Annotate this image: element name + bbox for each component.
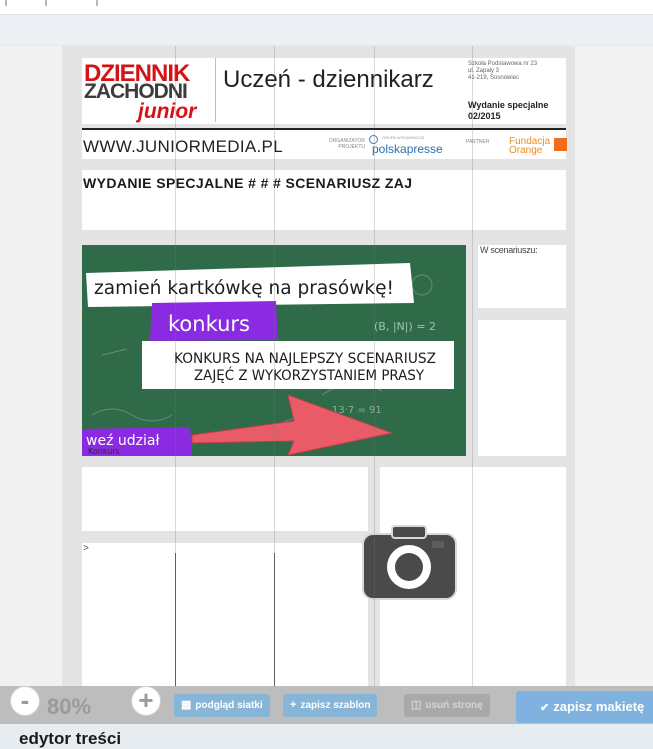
edition-name: Wydanie specjalne bbox=[468, 100, 549, 110]
partner-label: PARTNER bbox=[466, 139, 490, 145]
organizer-tagline: GRUPA WYDAWNICZA bbox=[382, 135, 425, 140]
left-gutter bbox=[0, 46, 62, 686]
partner-logo-icon bbox=[554, 138, 567, 151]
zoom-level: 80% bbox=[47, 694, 92, 719]
organizer-label: ORGANIZATOR PROJEKTU bbox=[328, 138, 365, 150]
trash-icon: ◫ bbox=[411, 699, 422, 711]
camera-icon[interactable] bbox=[362, 524, 457, 600]
address-line: Szkoła Podstawowa nr 23 bbox=[468, 61, 538, 67]
newspaper-logo: DZIENNIK ZACHODNI junior bbox=[84, 62, 214, 124]
block-caret: > bbox=[83, 543, 89, 554]
edition-label: Wydanie specjalne 02/2015 bbox=[468, 100, 564, 122]
school-address: Szkoła Podstawowa nr 23 ul. Zapały 3 41-… bbox=[468, 61, 564, 82]
heading-block[interactable]: WYDANIE SPECJALNE # # # SCENARIUSZ ZAJ bbox=[82, 170, 566, 230]
right-gutter bbox=[575, 46, 653, 686]
top-strip bbox=[0, 0, 653, 14]
logo-line-3: junior bbox=[138, 100, 197, 123]
edition-number: 02/2015 bbox=[468, 111, 501, 121]
editor-window: DZIENNIK ZACHODNI junior Uczeń - dzienni… bbox=[0, 0, 653, 749]
status-bar: edytor treści bbox=[0, 724, 653, 749]
zoom-in-button[interactable]: + bbox=[131, 686, 161, 716]
address-line: 41-219, Sosnowiec bbox=[468, 75, 520, 81]
grid-line bbox=[175, 46, 176, 686]
logo-line-2: ZACHODNI bbox=[84, 80, 188, 103]
banner-contest-line-1: KONKURS NA NAJLEPSZY SCENARIUSZ bbox=[174, 351, 436, 367]
check-icon: ✔ bbox=[540, 702, 550, 714]
save-template-label: zapisz szablon bbox=[300, 700, 371, 711]
content-block-b[interactable]: > bbox=[82, 543, 368, 686]
article-heading: WYDANIE SPECJALNE # # # SCENARIUSZ ZAJ bbox=[83, 175, 413, 191]
grid-line bbox=[274, 46, 275, 686]
page-title: Uczeń - dziennikarz bbox=[223, 66, 434, 93]
content-block-a[interactable] bbox=[82, 467, 368, 531]
save-layout-label: zapisz makietę bbox=[553, 699, 645, 714]
mode-label: edytor treści bbox=[19, 729, 122, 748]
top-bar bbox=[0, 14, 653, 46]
delete-page-button[interactable]: ◫ usuń stronę bbox=[404, 694, 490, 717]
title-box: Uczeń - dziennikarz bbox=[215, 58, 465, 122]
masthead[interactable]: DZIENNIK ZACHODNI junior Uczeń - dzienni… bbox=[82, 58, 566, 124]
address-line: ul. Zapały 3 bbox=[468, 68, 500, 74]
grid-preview-button[interactable]: ▦ podgląd siatki bbox=[174, 694, 270, 717]
save-layout-button[interactable]: ✔ zapisz makietę bbox=[516, 691, 653, 723]
web-row: WWW.JUNIORMEDIA.PL ORGANIZATOR PROJEKTU … bbox=[82, 128, 567, 159]
side-box[interactable] bbox=[478, 320, 566, 456]
chalk-formula: (B, |N|) = 2 bbox=[374, 320, 436, 333]
banner-caption: Konkurs bbox=[88, 447, 120, 456]
partner-name: Fundacja Orange bbox=[509, 136, 551, 156]
delete-page-label: usuń stronę bbox=[425, 700, 483, 711]
grid-icon: ▦ bbox=[181, 699, 192, 711]
site-url: WWW.JUNIORMEDIA.PL bbox=[83, 137, 283, 156]
grid-line bbox=[374, 46, 375, 686]
editor-toolbar: - 80% + ▦ podgląd siatki + zapisz szablon … bbox=[0, 686, 653, 724]
grid-preview-label: podgląd siatki bbox=[195, 700, 263, 711]
organizer-name: polskapresse bbox=[372, 142, 443, 156]
banner-contest-line-2: ZAJĘĆ Z WYKORZYSTANIEM PRASY bbox=[194, 366, 424, 384]
side-note-block[interactable]: W scenariuszu: bbox=[478, 245, 566, 308]
plus-icon: + bbox=[290, 699, 297, 711]
banner-headline: zamień kartkówkę na prasówkę! bbox=[94, 277, 394, 299]
grid-line bbox=[472, 46, 473, 686]
zoom-out-button[interactable]: - bbox=[10, 686, 40, 716]
side-note-text: W scenariuszu: bbox=[480, 245, 538, 255]
save-template-button[interactable]: + zapisz szablon bbox=[283, 694, 378, 717]
banner-tag: konkurs bbox=[168, 312, 250, 336]
page-canvas: DZIENNIK ZACHODNI junior Uczeń - dzienni… bbox=[62, 46, 575, 686]
